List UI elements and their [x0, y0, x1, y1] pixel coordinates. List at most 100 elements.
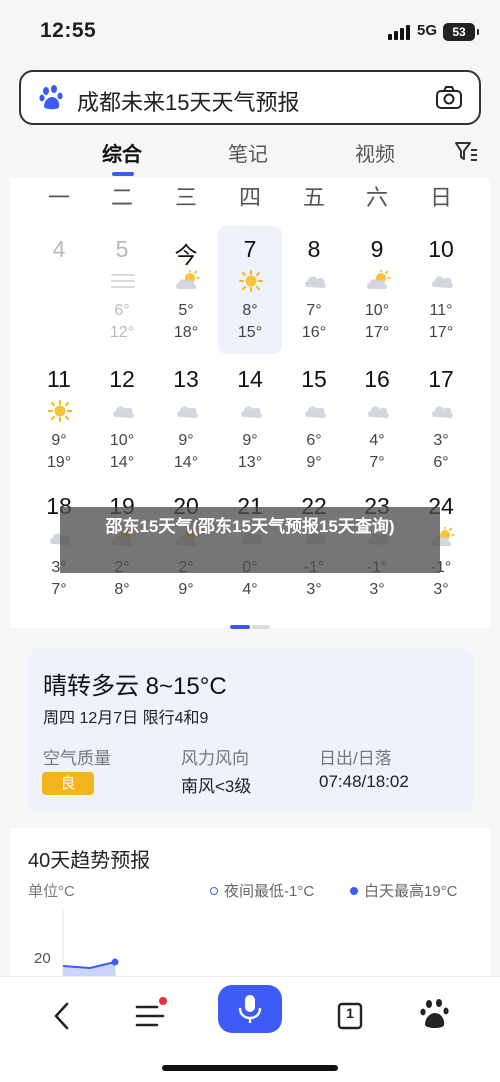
temp-low: 7°: [369, 454, 385, 471]
temp-low: 14°: [109, 454, 135, 471]
temp-high: 6°: [306, 432, 322, 449]
sun-value: 07:48/18:02: [319, 772, 409, 791]
partly-cloudy-icon: [365, 269, 391, 292]
temp-high: 9°: [242, 432, 258, 449]
weekday-label: 四: [238, 185, 261, 210]
temp-low: 18°: [173, 324, 199, 341]
calendar-day[interactable]: 16 4° 7°: [345, 356, 409, 484]
partly-cloudy-icon: [174, 269, 200, 292]
cloud-icon: [429, 400, 455, 422]
temp-low: 16°: [301, 324, 327, 341]
day-number: 12: [109, 366, 135, 392]
calendar-day[interactable]: 13 9° 14°: [154, 356, 218, 484]
calendar-day[interactable]: 17 3° 6°: [409, 356, 473, 484]
camera-icon[interactable]: [435, 85, 463, 111]
calendar-day[interactable]: 12 10° 14°: [90, 356, 154, 484]
calendar-pager[interactable]: [230, 625, 270, 629]
weekday-label: 六: [365, 185, 388, 210]
haze-icon: [110, 270, 136, 292]
day-number: 8: [307, 236, 321, 262]
wind-value: 南风<3级: [181, 777, 252, 796]
calendar-day[interactable]: 7 8° 15°: [218, 226, 282, 354]
day-number: 7: [243, 236, 257, 262]
cloud-icon: [110, 400, 136, 422]
active-tab-indicator: [112, 172, 134, 176]
baidu-home-icon[interactable]: [410, 991, 460, 1041]
temp-high: 10°: [364, 302, 390, 319]
calendar-day[interactable]: 9 10° 17°: [345, 226, 409, 354]
cloud-icon: [429, 270, 455, 292]
tabs-button[interactable]: 1: [325, 991, 375, 1041]
temp-low: 19°: [46, 454, 72, 471]
summary-condition: 晴转多云 8~15°C: [43, 673, 227, 700]
tabs-count: 1: [346, 1005, 354, 1021]
pager-dot: [252, 625, 270, 629]
temp-high: 4°: [369, 432, 385, 449]
home-indicator: [162, 1065, 338, 1071]
temp-low: 17°: [364, 324, 390, 341]
air-quality-badge: 良: [42, 772, 94, 795]
temp-low: 3°: [369, 581, 385, 598]
tab-videos[interactable]: 视频: [355, 138, 395, 167]
cloud-icon: [174, 400, 200, 422]
temp-low: 14°: [173, 454, 199, 471]
day-number: 10: [428, 236, 454, 262]
cloud-icon: [302, 400, 328, 422]
search-query[interactable]: 成都未来15天天气预报: [77, 85, 299, 117]
temp-high: 9°: [178, 432, 194, 449]
tab-comprehensive[interactable]: 综合: [102, 138, 142, 167]
sun-icon: [238, 270, 264, 292]
cloud-icon: [365, 400, 391, 422]
tab-notes[interactable]: 笔记: [228, 138, 268, 167]
day-number: 16: [364, 366, 390, 392]
calendar-day[interactable]: 10 11° 17°: [409, 226, 473, 354]
temp-high: 11°: [429, 302, 453, 319]
network-type: 5G: [417, 22, 438, 39]
tab-bar: 综合 笔记 视频: [0, 128, 500, 178]
temp-high: 3°: [433, 432, 449, 449]
temp-low: 9°: [306, 454, 322, 471]
microphone-icon: [238, 995, 262, 1023]
day-number: 4: [52, 236, 66, 262]
calendar-day[interactable]: 14 9° 13°: [218, 356, 282, 484]
weather-summary-card[interactable]: 晴转多云 8~15°C 周四 12月7日 限行4和9 空气质量 风力风向 日出/…: [27, 648, 474, 813]
wind-label: 风力风向: [181, 749, 249, 768]
temp-high: 6°: [114, 302, 130, 319]
temp-low: 15°: [237, 324, 263, 341]
air-quality-label: 空气质量: [43, 749, 111, 768]
bottom-nav: 1: [0, 976, 500, 1082]
temp-high: 10°: [109, 432, 135, 449]
menu-icon[interactable]: [125, 991, 175, 1041]
day-number: 13: [173, 366, 199, 392]
trend-point: [111, 958, 119, 966]
temp-low: 7°: [51, 581, 67, 598]
overlay-caption: 邵东15天气(邵东15天气预报15天查询): [60, 507, 440, 573]
temp-low: 9°: [178, 581, 194, 598]
temp-high: 9°: [51, 432, 67, 449]
calendar-day[interactable]: 今 5° 18°: [154, 226, 218, 354]
calendar-day[interactable]: 11 9° 19°: [27, 356, 91, 484]
battery-icon: 53: [443, 23, 479, 41]
calendar-day[interactable]: 8 7° 16°: [282, 226, 346, 354]
signal-icon: [388, 24, 412, 40]
calendar-day[interactable]: 15 6° 9°: [282, 356, 346, 484]
temp-low: 12°: [109, 324, 135, 341]
weekday-label: 二: [110, 185, 133, 210]
search-bar[interactable]: 成都未来15天天气预报: [19, 70, 481, 125]
voice-search-button[interactable]: [218, 985, 282, 1033]
weekday-label: 一: [47, 185, 70, 210]
back-icon[interactable]: [38, 991, 88, 1041]
temp-low: 4°: [242, 581, 258, 598]
weekday-label: 三: [174, 185, 197, 210]
sun-label: 日出/日落: [319, 749, 392, 768]
sun-icon: [47, 400, 73, 422]
day-number: 17: [428, 366, 454, 392]
calendar-day[interactable]: 5 6° 12°: [90, 226, 154, 354]
temp-low: 3°: [433, 581, 449, 598]
calendar-day[interactable]: 4: [27, 226, 91, 354]
filter-icon[interactable]: [454, 140, 478, 162]
day-number: 11: [47, 366, 71, 392]
summary-date: 周四 12月7日 限行4和9: [43, 710, 209, 727]
trend-forecast[interactable]: 40天趋势预报 单位°C 夜间最低-1°C 白天最高19°C 20: [10, 828, 490, 978]
day-number: 9: [370, 236, 384, 262]
